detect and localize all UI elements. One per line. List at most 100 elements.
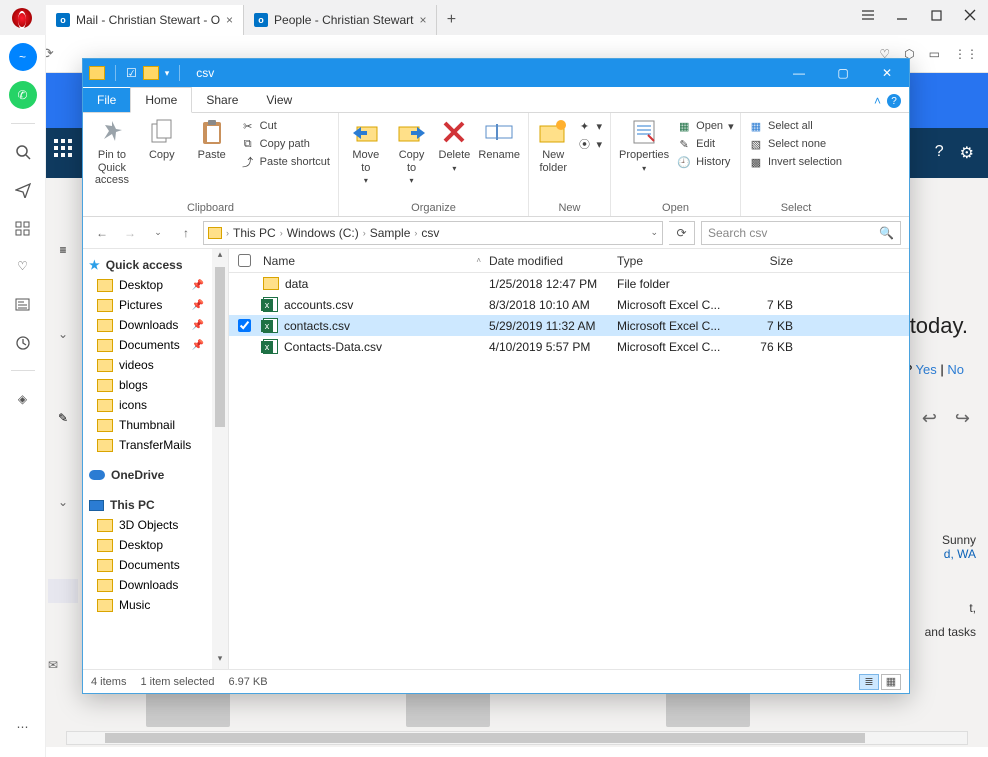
tree-item[interactable]: TransferMails <box>83 435 228 455</box>
paste-shortcut-button[interactable]: ⤴Paste shortcut <box>241 155 330 169</box>
select-none-button[interactable]: ▧Select none <box>749 137 842 151</box>
file-row[interactable]: accounts.csv 8/3/2018 10:10 AM Microsoft… <box>229 294 909 315</box>
tree-item[interactable]: 3D Objects <box>83 515 228 535</box>
tree-item[interactable]: Desktop <box>83 535 228 555</box>
bookmark-heart-icon[interactable]: ♡ <box>9 252 37 280</box>
tree-item[interactable]: Pictures📌 <box>83 295 228 315</box>
speed-dial-icon[interactable] <box>9 214 37 242</box>
new-item-button[interactable]: ✦▾ <box>577 119 602 133</box>
tree-this-pc[interactable]: This PC <box>83 495 228 515</box>
help-icon[interactable]: ? <box>935 143 944 163</box>
yes-link[interactable]: Yes <box>916 362 937 377</box>
refresh-button[interactable]: ⟳ <box>669 221 695 245</box>
crumb-this-pc[interactable]: This PC <box>233 226 276 240</box>
paste-button[interactable]: Paste <box>191 117 233 162</box>
delete-button[interactable]: Delete▾ <box>438 117 470 173</box>
chevron-down-icon[interactable]: ⌄ <box>650 227 658 238</box>
easy-access-button[interactable]: ⦿▾ <box>577 137 602 151</box>
new-tab-button[interactable]: + <box>437 5 465 35</box>
tree-scrollbar[interactable]: ▴▾ <box>212 249 228 669</box>
menu-icon[interactable]: ⋮⋮ <box>954 47 978 61</box>
reply-icon[interactable]: ↩ <box>922 408 937 429</box>
file-row[interactable]: data 1/25/2018 12:47 PM File folder <box>229 273 909 294</box>
cut-button[interactable]: ✂Cut <box>241 119 330 133</box>
scrollbar-thumb[interactable] <box>105 733 865 743</box>
breadcrumb-bar[interactable]: › This PC› Windows (C:)› Sample› csv ⌄ <box>203 221 663 245</box>
copy-to-button[interactable]: Copy to▾ <box>393 117 431 185</box>
close-icon[interactable]: × <box>419 13 426 27</box>
tab-view[interactable]: View <box>252 88 306 112</box>
close-button[interactable]: ✕ <box>865 59 909 87</box>
settings-icon[interactable]: ⚙ <box>960 143 974 163</box>
crumb-windows-c[interactable]: Windows (C:) <box>287 226 359 240</box>
explorer-titlebar[interactable]: ☑ ▾ csv — ▢ ✕ <box>83 59 909 87</box>
app-launcher-icon[interactable] <box>54 139 82 167</box>
move-to-button[interactable]: Move to▾ <box>347 117 385 185</box>
battery-icon[interactable]: ▭ <box>929 47 940 61</box>
properties-button[interactable]: Properties▾ <box>619 117 669 173</box>
icons-view-button[interactable]: ▦ <box>881 674 901 690</box>
chevron-down-icon[interactable]: ▾ <box>165 68 170 79</box>
details-view-button[interactable]: ≣ <box>859 674 879 690</box>
new-folder-button[interactable]: New folder <box>537 117 569 174</box>
close-icon[interactable]: × <box>226 13 233 27</box>
tree-item[interactable]: blogs <box>83 375 228 395</box>
maximize-button[interactable]: ▢ <box>821 59 865 87</box>
tabs-menu-icon[interactable] <box>854 4 882 26</box>
copy-path-button[interactable]: ⧉Copy path <box>241 137 330 151</box>
browser-tab-people[interactable]: o People - Christian Stewart × <box>244 5 437 35</box>
up-button[interactable]: ↑ <box>175 226 197 240</box>
hamburger-icon[interactable]: ≡ <box>46 243 80 257</box>
whatsapp-icon[interactable]: ✆ <box>9 81 37 109</box>
horizontal-scrollbar[interactable] <box>66 731 968 745</box>
rename-button[interactable]: Rename <box>478 117 520 162</box>
nav-tree[interactable]: ★Quick access Desktop📌Pictures📌Downloads… <box>83 249 229 669</box>
row-checkbox[interactable] <box>238 319 251 332</box>
browser-tab-mail[interactable]: o Mail - Christian Stewart - O × <box>46 5 244 35</box>
no-link[interactable]: No <box>947 362 964 377</box>
recent-chevron-icon[interactable]: ⌄ <box>147 227 169 238</box>
news-icon[interactable] <box>9 290 37 318</box>
snapshot-icon[interactable]: ◈ <box>9 385 37 413</box>
pencil-icon[interactable]: ✎ <box>46 411 80 425</box>
forward-icon[interactable]: ↪ <box>955 408 970 429</box>
tree-item[interactable]: Downloads📌 <box>83 315 228 335</box>
history-button[interactable]: 🕘History <box>677 155 733 169</box>
tab-share[interactable]: Share <box>192 88 252 112</box>
tab-home[interactable]: Home <box>130 87 192 113</box>
send-icon[interactable] <box>9 176 37 204</box>
tree-item[interactable]: Documents📌 <box>83 335 228 355</box>
tree-item[interactable]: Desktop📌 <box>83 275 228 295</box>
search-icon[interactable] <box>9 138 37 166</box>
mail-icon[interactable]: ✉ <box>48 658 58 672</box>
ribbon-collapse-icon[interactable]: ˄ <box>874 94 881 108</box>
chevron-down-icon[interactable]: ⌄ <box>46 327 80 341</box>
invert-selection-button[interactable]: ▩Invert selection <box>749 155 842 169</box>
open-button[interactable]: ▦Open ▾ <box>677 119 733 133</box>
select-all-button[interactable]: ▦Select all <box>749 119 842 133</box>
tree-onedrive[interactable]: OneDrive <box>83 465 228 485</box>
tree-item[interactable]: videos <box>83 355 228 375</box>
tree-item[interactable]: icons <box>83 395 228 415</box>
messenger-icon[interactable]: ~ <box>9 43 37 71</box>
maximize-button[interactable] <box>922 4 950 26</box>
file-row[interactable]: Contacts-Data.csv 4/10/2019 5:57 PM Micr… <box>229 336 909 357</box>
history-icon[interactable] <box>9 328 37 356</box>
edit-button[interactable]: ✎Edit <box>677 137 733 151</box>
qat-check-icon[interactable]: ☑ <box>126 66 137 80</box>
tree-item[interactable]: Thumbnail <box>83 415 228 435</box>
forward-button[interactable]: → <box>119 226 141 240</box>
search-input[interactable]: Search csv 🔍 <box>701 221 901 245</box>
tree-quick-access[interactable]: ★Quick access <box>83 255 228 275</box>
chevron-down-icon[interactable]: ⌄ <box>46 495 80 509</box>
minimize-button[interactable] <box>888 4 916 26</box>
select-all-checkbox[interactable] <box>238 254 251 267</box>
more-icon[interactable]: ⋯ <box>9 713 37 741</box>
tab-file[interactable]: File <box>83 88 130 112</box>
back-button[interactable]: ← <box>91 226 113 240</box>
tree-item[interactable]: Music <box>83 595 228 615</box>
column-headers[interactable]: Name˄ Date modified Type Size <box>229 249 909 273</box>
selected-folder-icon[interactable] <box>48 579 78 603</box>
help-icon[interactable]: ? <box>887 94 901 108</box>
close-button[interactable] <box>956 4 984 26</box>
